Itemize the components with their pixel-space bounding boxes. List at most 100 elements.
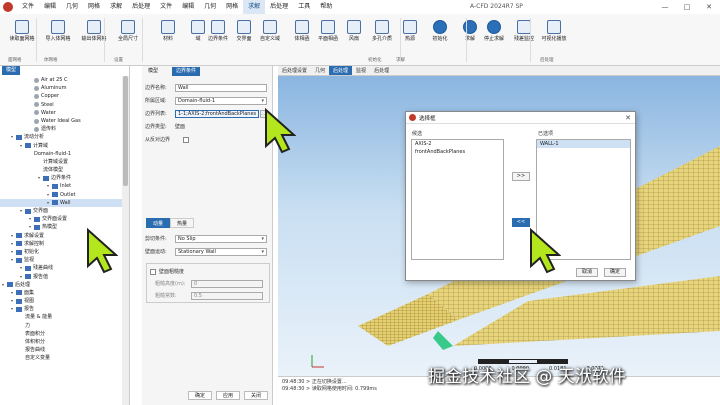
ribbon-button[interactable]: 可视化播放 (536, 16, 572, 52)
roughness-constant-input[interactable]: 0.5 (191, 291, 263, 300)
tree-item[interactable]: Water Ideal Gas (0, 117, 122, 125)
menu-mesh-2[interactable]: 网格 (221, 0, 243, 14)
tree-item[interactable]: 计算域设置 (0, 158, 122, 166)
tree-item[interactable]: 流体模型 (0, 166, 122, 174)
list-item[interactable]: frontAndBackPlanes (412, 148, 503, 156)
menu-edit[interactable]: 编辑 (39, 0, 61, 14)
menu-postprocess[interactable]: 后处理 (127, 0, 155, 14)
move-left-button[interactable]: << (512, 218, 530, 227)
tree-item[interactable]: ▾ 流动分析 (0, 133, 122, 141)
ribbon-tool-icon (433, 20, 447, 34)
close-window-button[interactable]: ✕ (698, 0, 720, 14)
shear-condition-select[interactable]: No Slip (175, 234, 267, 243)
inverse-boundary-checkbox[interactable] (183, 136, 189, 143)
tree-item[interactable]: Air at 25 C (0, 76, 122, 84)
menu-file[interactable]: 文件 (17, 0, 39, 14)
list-item[interactable]: AXIS-2 (412, 140, 503, 148)
tab-boundary-condition[interactable]: 边界条件 (172, 67, 201, 76)
tab-postprocess-2[interactable]: 后处理 (370, 66, 393, 75)
tree-item[interactable]: ▾ Outlet (0, 191, 122, 199)
menu-bar: 文件 编辑 几何 网格 求解 后处理 文件 编辑 几何 网格 求解 后处理 工具… (17, 0, 337, 14)
menu-mesh[interactable]: 网格 (83, 0, 105, 14)
ribbon-tool-icon (263, 20, 277, 34)
ribbon-button[interactable]: 导入体网格 (40, 16, 76, 52)
roughness-checkbox[interactable] (150, 268, 156, 275)
tree-item[interactable]: Domain-fluid-1 (0, 150, 122, 158)
ribbon-button[interactable]: 输出体网格 (76, 16, 112, 52)
tree-item[interactable]: 流量 & 能量 (0, 313, 122, 321)
move-right-button[interactable]: >> (512, 172, 530, 181)
candidates-list[interactable]: AXIS-2 frontAndBackPlanes (411, 139, 504, 260)
dialog-ok-button[interactable]: 确定 (604, 268, 626, 277)
tree-item[interactable]: ▾ 面集 (0, 289, 122, 297)
ribbon-button[interactable]: 读取面网格 (4, 16, 40, 52)
tree-item[interactable]: ▾ 计算域 (0, 142, 122, 150)
folder-icon (25, 143, 31, 149)
ribbon-button[interactable]: 自定义域 (252, 16, 288, 52)
tree-item[interactable]: 自定义变量 (0, 354, 122, 362)
tab-model-tree[interactable]: 模型 (2, 66, 21, 75)
tab-momentum[interactable]: 动量 (146, 218, 171, 228)
tree-item-label: 报告曲线 (25, 347, 46, 354)
tree-item[interactable]: Water (0, 109, 122, 117)
boundary-type-value: 壁面 (175, 124, 186, 130)
tree-item[interactable]: ▾ 交界面设置 (0, 215, 122, 223)
menu-geometry[interactable]: 几何 (61, 0, 83, 14)
tab-model[interactable]: 模型 (144, 67, 162, 76)
tab-monitor[interactable]: 监视 (352, 66, 370, 75)
tab-post-settings[interactable]: 后处理设置 (278, 66, 311, 75)
ribbon-separator (530, 18, 531, 62)
tab-postprocess[interactable]: 后处理 (329, 66, 353, 75)
tree-item[interactable]: 报告曲线 (0, 346, 122, 354)
candidates-label: 候选 (412, 131, 423, 137)
tree-item[interactable]: Steel (0, 101, 122, 109)
tree-item[interactable]: ▾ 报告 (0, 305, 122, 313)
tree-item[interactable]: 表面积分 (0, 330, 122, 338)
close-button[interactable]: 关闭 (244, 391, 269, 400)
menu-geometry-2[interactable]: 几何 (199, 0, 221, 14)
ribbon-group-label: 面网格 (8, 58, 22, 63)
shear-condition-row: 剪切条件: No Slip (145, 234, 267, 243)
boundary-list-input[interactable]: 1-1;AXIS-2;frontAndBackPlanes (175, 109, 259, 118)
tab-geometry[interactable]: 几何 (311, 66, 329, 75)
tree-item[interactable]: 遗传料 (0, 125, 122, 133)
tree-scrollbar-thumb[interactable] (123, 76, 128, 186)
tree-scrollbar[interactable] (122, 76, 129, 405)
tree-item[interactable]: ▾ Wall (0, 198, 122, 207)
maximize-button[interactable]: □ (676, 0, 698, 14)
ribbon-button[interactable]: 全局尺寸 (110, 16, 146, 52)
ribbon-tool-icon (375, 20, 389, 34)
minimize-button[interactable]: — (654, 0, 676, 14)
tree-item[interactable]: Aluminum (0, 84, 122, 92)
menu-tools[interactable]: 工具 (293, 0, 315, 14)
roughness-label: 壁面粗糙度 (159, 269, 185, 275)
menu-edit-2[interactable]: 编辑 (177, 0, 199, 14)
apply-button[interactable]: 应用 (216, 391, 241, 400)
tree-item-label: 求解控制 (24, 240, 45, 247)
list-item[interactable]: WALL-1 (537, 140, 630, 148)
ribbon-tool-icon (211, 20, 225, 34)
roughness-toggle-row: 壁面粗糙度 (150, 267, 219, 276)
tree-item[interactable]: Copper (0, 92, 122, 100)
tree-item[interactable]: 体积积分 (0, 338, 122, 346)
menu-postprocess-2[interactable]: 后处理 (265, 0, 293, 14)
wall-motion-select[interactable]: Stationary Wall (175, 247, 267, 256)
menu-solve[interactable]: 求解 (105, 0, 127, 14)
menu-help[interactable]: 帮助 (315, 0, 337, 14)
tree-item[interactable]: ▾ Inlet (0, 182, 122, 190)
dialog-cancel-button[interactable]: 取消 (576, 268, 598, 277)
domain-select[interactable]: Domain-fluid-1 (175, 96, 267, 105)
ok-button[interactable]: 确定 (188, 391, 213, 400)
tree-item[interactable]: ▾ 视图 (0, 297, 122, 305)
folder-icon (16, 249, 22, 255)
tab-thermal[interactable]: 热量 (170, 218, 195, 228)
dialog-close-button[interactable]: ✕ (625, 112, 631, 124)
roughness-height-input[interactable]: 0 (191, 279, 263, 288)
boundary-name-input[interactable]: Wall (175, 83, 267, 92)
tree-item[interactable]: ▾ 边界条件 (0, 174, 122, 182)
menu-solve-2[interactable]: 求解 (243, 0, 266, 14)
tree-item[interactable]: 力 (0, 322, 122, 330)
tree-item[interactable]: ▾ 交界面 (0, 207, 122, 215)
tree-item[interactable]: ▾ 后处理 (0, 281, 122, 289)
menu-file-2[interactable]: 文件 (155, 0, 177, 14)
